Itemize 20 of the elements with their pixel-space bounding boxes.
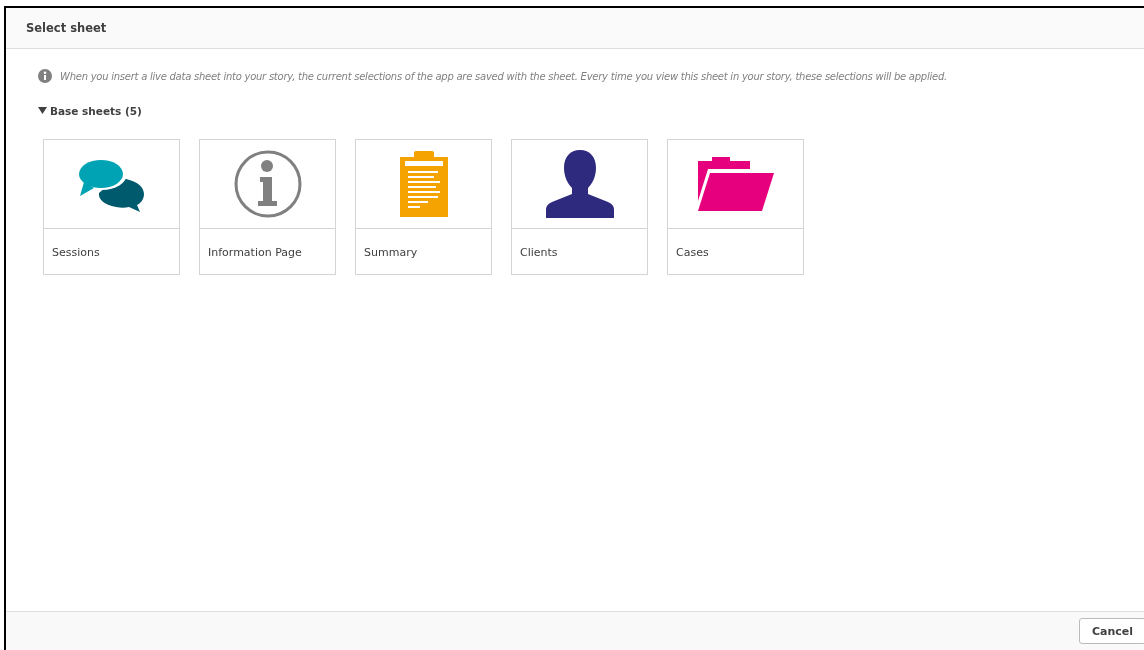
dialog-title: Select sheet xyxy=(26,21,107,35)
sheet-title: Clients xyxy=(519,245,559,259)
sheet-title: Summary xyxy=(363,245,419,259)
person-icon xyxy=(543,150,616,218)
sheet-card[interactable]: Sessions xyxy=(43,139,180,275)
folder-icon xyxy=(697,157,774,211)
sheet-card[interactable]: Cases xyxy=(667,139,804,275)
sheet-title: Cases xyxy=(675,245,710,259)
sheet-card[interactable]: Information Page xyxy=(199,139,336,275)
sheet-title: Information Page xyxy=(207,245,303,259)
expanded-caret-icon xyxy=(38,107,47,114)
cancel-button[interactable]: Cancel xyxy=(1078,618,1144,644)
sheet-card[interactable]: Clients xyxy=(511,139,648,275)
section-toggle[interactable]: Base sheets (5) xyxy=(38,105,142,117)
info-message: When you insert a live data sheet into your story, the current selections of the app are saved with the sheet. Every time you view this sheet in your story, these selections will be applied. xyxy=(60,70,947,82)
sheet-title: Sessions xyxy=(51,245,101,259)
sheet-card[interactable]: Summary xyxy=(355,139,492,275)
info-icon xyxy=(38,69,52,83)
clipboard-icon xyxy=(399,151,448,217)
info-icon xyxy=(232,149,303,219)
